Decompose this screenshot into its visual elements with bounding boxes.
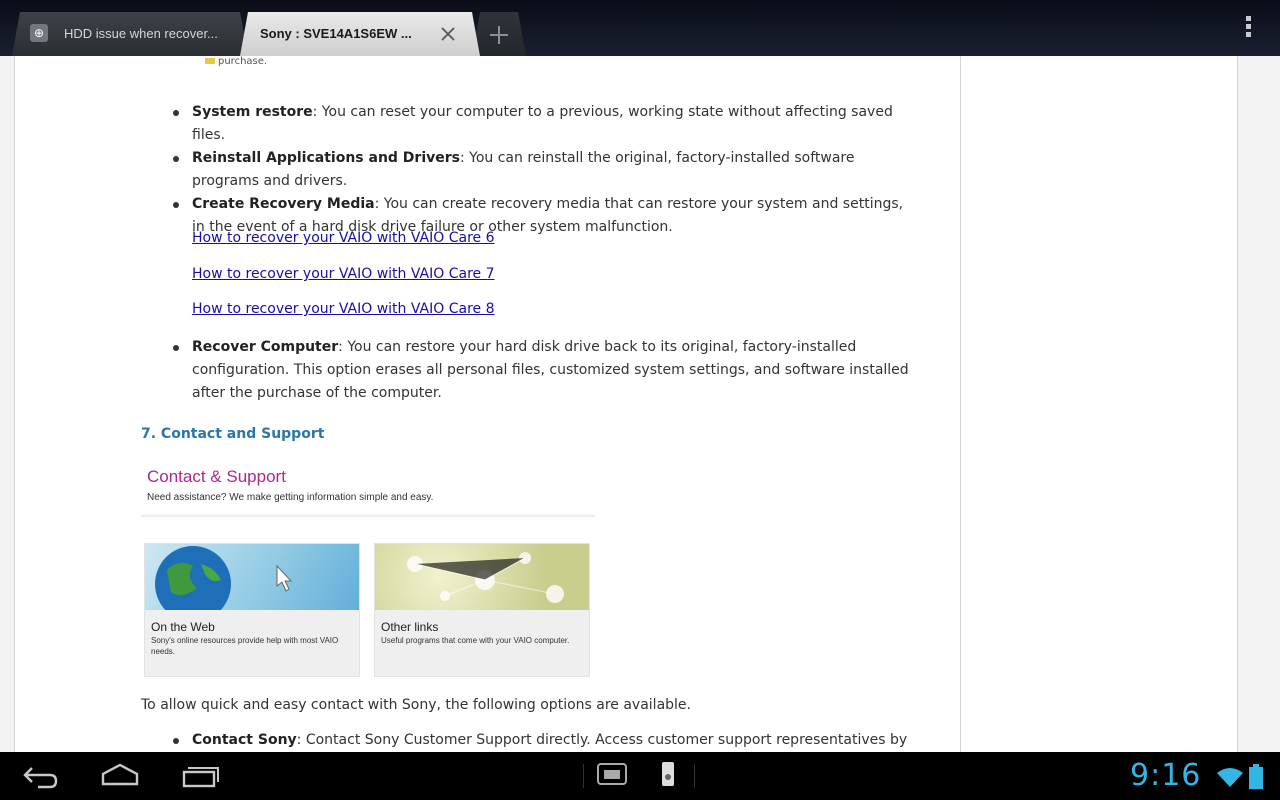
card-desc: Useful programs that come with your VAIO… — [381, 636, 570, 645]
battery-icon — [1249, 764, 1263, 789]
wifi-icon — [1217, 768, 1243, 787]
tab-title: HDD issue when recover... — [64, 26, 218, 41]
link-vaio-care-8[interactable]: How to recover your VAIO with VAIO Care … — [192, 301, 495, 317]
system-navigation-bar: 9:16 — [0, 752, 1280, 800]
card-title: On the Web — [151, 620, 215, 634]
recovery-options-list: System restore: You can reset your compu… — [173, 101, 912, 239]
other-links-card: Other links Useful programs that come wi… — [374, 543, 590, 677]
section-heading: 7. Contact and Support — [141, 426, 325, 442]
on-the-web-card: On the Web Sony's online resources provi… — [144, 543, 360, 677]
back-icon[interactable] — [22, 760, 60, 792]
browser-tab-bar: ⊕ HDD issue when recover... Sony : SVE14… — [0, 0, 1280, 56]
list-item: Contact Sony: Contact Sony Customer Supp… — [173, 729, 912, 752]
home-icon[interactable] — [100, 760, 140, 792]
main-content-column: purchase. System restore: You can reset … — [14, 56, 961, 752]
image-fragment: purchase. — [205, 56, 267, 67]
status-clock: 9:16 — [1130, 758, 1202, 793]
link-vaio-care-6[interactable]: How to recover your VAIO with VAIO Care … — [192, 230, 495, 246]
contact-support-image: Contact & Support Need assistance? We ma… — [141, 461, 595, 681]
card-desc: Sony's online resources provide help wit… — [151, 636, 339, 656]
web-page-viewport[interactable]: purchase. System restore: You can reset … — [0, 56, 1280, 752]
contact-options-list: Contact Sony: Contact Sony Customer Supp… — [173, 729, 912, 752]
contact-image-subtitle: Need assistance? We make getting informa… — [147, 492, 434, 503]
contact-image-title: Contact & Support — [147, 467, 286, 486]
globe-photo — [145, 544, 359, 610]
card-title: Other links — [381, 620, 439, 634]
screenshot-icon[interactable] — [596, 760, 628, 788]
tab-title: Sony : SVE14A1S6EW ... — [260, 26, 412, 41]
recover-computer-list: Recover Computer: You can restore your h… — [173, 336, 912, 405]
new-tab-button[interactable] — [472, 12, 526, 56]
list-item: Recover Computer: You can restore your h… — [173, 336, 912, 405]
list-item: System restore: You can reset your compu… — [173, 101, 912, 147]
plus-icon — [488, 24, 510, 46]
sidebar-column — [961, 56, 1238, 752]
options-intro-text: To allow quick and easy contact with Son… — [141, 697, 691, 713]
close-tab-icon[interactable] — [438, 24, 458, 44]
globe-icon: ⊕ — [30, 24, 48, 42]
tab-sony-active[interactable]: Sony : SVE14A1S6EW ... — [240, 12, 480, 56]
network-photo — [375, 544, 589, 610]
recent-apps-icon[interactable] — [180, 760, 222, 792]
list-item: Reinstall Applications and Drivers: You … — [173, 147, 912, 193]
usb-storage-icon — [662, 762, 674, 786]
link-vaio-care-7[interactable]: How to recover your VAIO with VAIO Care … — [192, 266, 495, 282]
tab-hdd-issue[interactable]: ⊕ HDD issue when recover... — [12, 12, 248, 56]
overflow-menu-button[interactable] — [1236, 14, 1260, 42]
